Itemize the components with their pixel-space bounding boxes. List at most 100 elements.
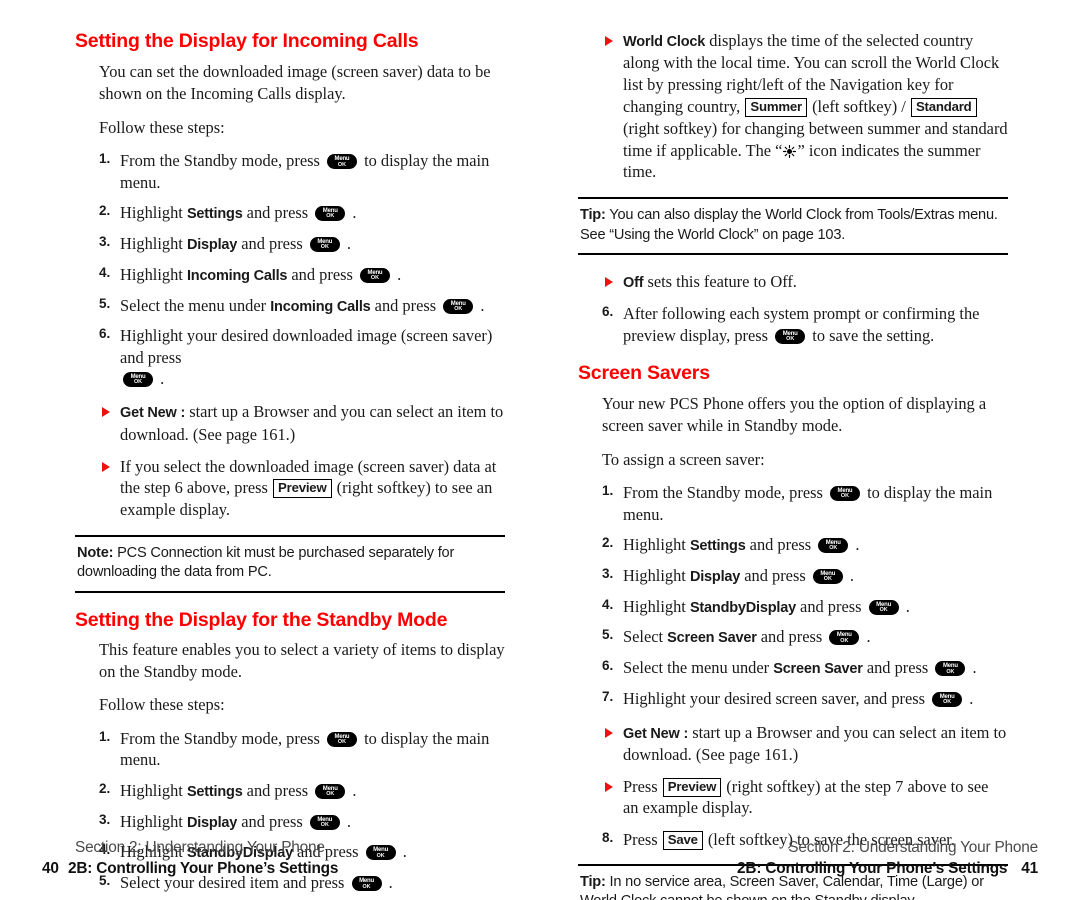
step-text: Highlight xyxy=(623,596,686,616)
ui-menu-name: StandbyDisplay xyxy=(689,599,796,616)
list-item: Get New : start up a Browser and you can… xyxy=(578,722,1008,766)
assign-screen-saver-label: To assign a screen saver: xyxy=(602,449,765,469)
footer-section-label: Section 2: Understanding Your Phone xyxy=(75,839,325,856)
step-text: Highlight xyxy=(120,233,183,253)
page-number: 41 xyxy=(1021,860,1038,877)
menu-ok-key-icon: Menu OK xyxy=(868,599,899,615)
list-item: 3. Highlight Display and press Menu OK . xyxy=(578,565,1008,587)
key-label-bottom: OK xyxy=(320,821,329,828)
menu-ok-key-icon: Menu OK xyxy=(359,267,390,283)
page-number: 40 xyxy=(42,860,59,877)
bullet-text-part2: (left softkey) / xyxy=(812,96,906,116)
bullets-incoming-calls: Get New : start up a Browser and you can… xyxy=(75,401,505,521)
key-label-bottom: OK xyxy=(879,606,888,613)
step-text-tail: . xyxy=(972,658,977,678)
step-number: 5. xyxy=(602,627,614,643)
step-number: 4. xyxy=(99,264,111,280)
list-item: World Clock displays the time of the sel… xyxy=(578,30,1008,183)
step-text: Select xyxy=(623,627,664,647)
step-text: Highlight xyxy=(623,534,686,554)
step-number: 5. xyxy=(99,295,111,311)
step-text-tail: . xyxy=(346,811,352,831)
menu-ok-key-icon: Menu OK xyxy=(351,876,382,892)
ui-menu-name: Settings xyxy=(689,537,746,554)
menu-ok-key-icon: Menu OK xyxy=(123,372,153,388)
step-number: 2. xyxy=(602,534,614,550)
softkey-preview-label: Preview xyxy=(662,777,722,797)
footer-chapter-line: 40 2B: Controlling Your Phone’s Settings xyxy=(42,860,512,878)
step-number: 6. xyxy=(602,658,614,674)
step-text: From the Standby mode, press xyxy=(120,151,320,171)
menu-ok-key-icon: Menu OK xyxy=(326,154,357,170)
ui-menu-name: Incoming Calls xyxy=(270,298,371,315)
ui-menu-name: Settings xyxy=(186,783,243,800)
key-label-bottom: OK xyxy=(840,637,849,644)
key-label-bottom: OK xyxy=(326,213,335,220)
step-text-tail: . xyxy=(352,203,357,223)
step-text-mid: and press xyxy=(374,295,437,315)
step-number: 1. xyxy=(602,483,614,499)
triangle-bullet-icon xyxy=(102,461,110,472)
step-text-tail: . xyxy=(397,264,402,284)
step-text: Select the menu under xyxy=(623,658,770,678)
ui-menu-name: Settings xyxy=(186,206,243,223)
menu-ok-key-icon: Menu OK xyxy=(812,568,843,584)
step-number: 3. xyxy=(602,565,614,581)
step-text-tail: . xyxy=(866,627,871,647)
bullets-world-clock: World Clock displays the time of the sel… xyxy=(578,30,1008,183)
list-item: 1. From the Standby mode, press Menu OK t… xyxy=(75,728,505,771)
step-text: From the Standby mode, press xyxy=(623,483,823,503)
menu-ok-key-icon: Menu OK xyxy=(315,783,346,799)
step-text-tail: . xyxy=(855,534,860,554)
list-item: 3. Highlight Display and press Menu OK . xyxy=(75,233,505,255)
key-label-bottom: OK xyxy=(133,379,143,386)
step-number: 6. xyxy=(99,326,111,342)
menu-ok-key-icon: Menu OK xyxy=(443,298,474,314)
key-label-bottom: OK xyxy=(362,883,371,890)
ui-option-name: Off xyxy=(623,274,644,291)
step-number: 1. xyxy=(99,151,111,167)
note-text: PCS Connection kit must be purchased sep… xyxy=(77,544,455,581)
softkey-standard-label: Standard xyxy=(910,97,977,117)
page-title-standby-mode: Setting the Display for the Standby Mode xyxy=(75,608,448,631)
footer-chapter-label: 2B: Controlling Your Phone’s Settings xyxy=(737,860,1008,877)
step-text: Select the menu under xyxy=(120,295,267,315)
step-text: Highlight xyxy=(120,780,183,800)
step-text-mid: and press xyxy=(800,596,862,616)
step-six-continuation: 6. After following each system prompt or… xyxy=(578,303,1008,346)
footer-chapter-line: 2B: Controlling Your Phone’s Settings 41 xyxy=(568,860,1038,878)
follow-these-steps-label-1: Follow these steps: xyxy=(99,117,225,137)
list-item: 2. Highlight Settings and press Menu OK . xyxy=(75,202,505,224)
step-text: Highlight xyxy=(120,264,183,284)
tip-text: You can also display the World Clock fro… xyxy=(580,207,998,243)
manual-page-spread: Setting the Display for Incoming Calls Y… xyxy=(0,0,1080,900)
menu-ok-key-icon: Menu OK xyxy=(932,692,963,708)
step-text-mid: and press xyxy=(866,658,929,678)
list-item: 1. From the Standby mode, press Menu OK t… xyxy=(75,150,505,193)
key-label-bottom: OK xyxy=(840,493,850,500)
ui-menu-name: Display xyxy=(186,236,238,253)
bullets-screen-savers: Get New : start up a Browser and you can… xyxy=(578,722,1008,820)
footer-chapter-label: 2B: Controlling Your Phone’s Settings xyxy=(68,860,339,877)
triangle-bullet-icon xyxy=(605,727,613,738)
step-text: Highlight xyxy=(623,565,686,585)
menu-ok-key-icon: Menu OK xyxy=(935,661,966,677)
triangle-bullet-icon xyxy=(605,36,613,46)
key-label-bottom: OK xyxy=(326,790,335,797)
steps-list-screen-savers: 1. From the Standby mode, press Menu OK t… xyxy=(578,482,1008,709)
menu-ok-key-icon: Menu OK xyxy=(829,486,860,502)
intro-paragraph-incoming-calls: You can set the downloaded image (screen… xyxy=(99,62,491,104)
ui-option-name: World Clock xyxy=(623,34,706,50)
step-text-tail: . xyxy=(969,689,974,709)
step-text-mid: and press xyxy=(744,565,806,585)
sun-icon xyxy=(783,142,797,158)
key-label-bottom: OK xyxy=(454,305,463,312)
key-label-bottom: OK xyxy=(943,699,952,706)
step-text: Highlight xyxy=(120,811,183,831)
key-label-bottom: OK xyxy=(370,274,380,281)
menu-ok-key-icon: Menu OK xyxy=(818,537,849,553)
softkey-summer-label: Summer xyxy=(745,97,807,117)
step-text-mid: and press xyxy=(749,534,812,554)
list-item: 6. Select the menu under Screen Saver an… xyxy=(578,657,1008,679)
key-label-bottom: OK xyxy=(337,739,347,746)
